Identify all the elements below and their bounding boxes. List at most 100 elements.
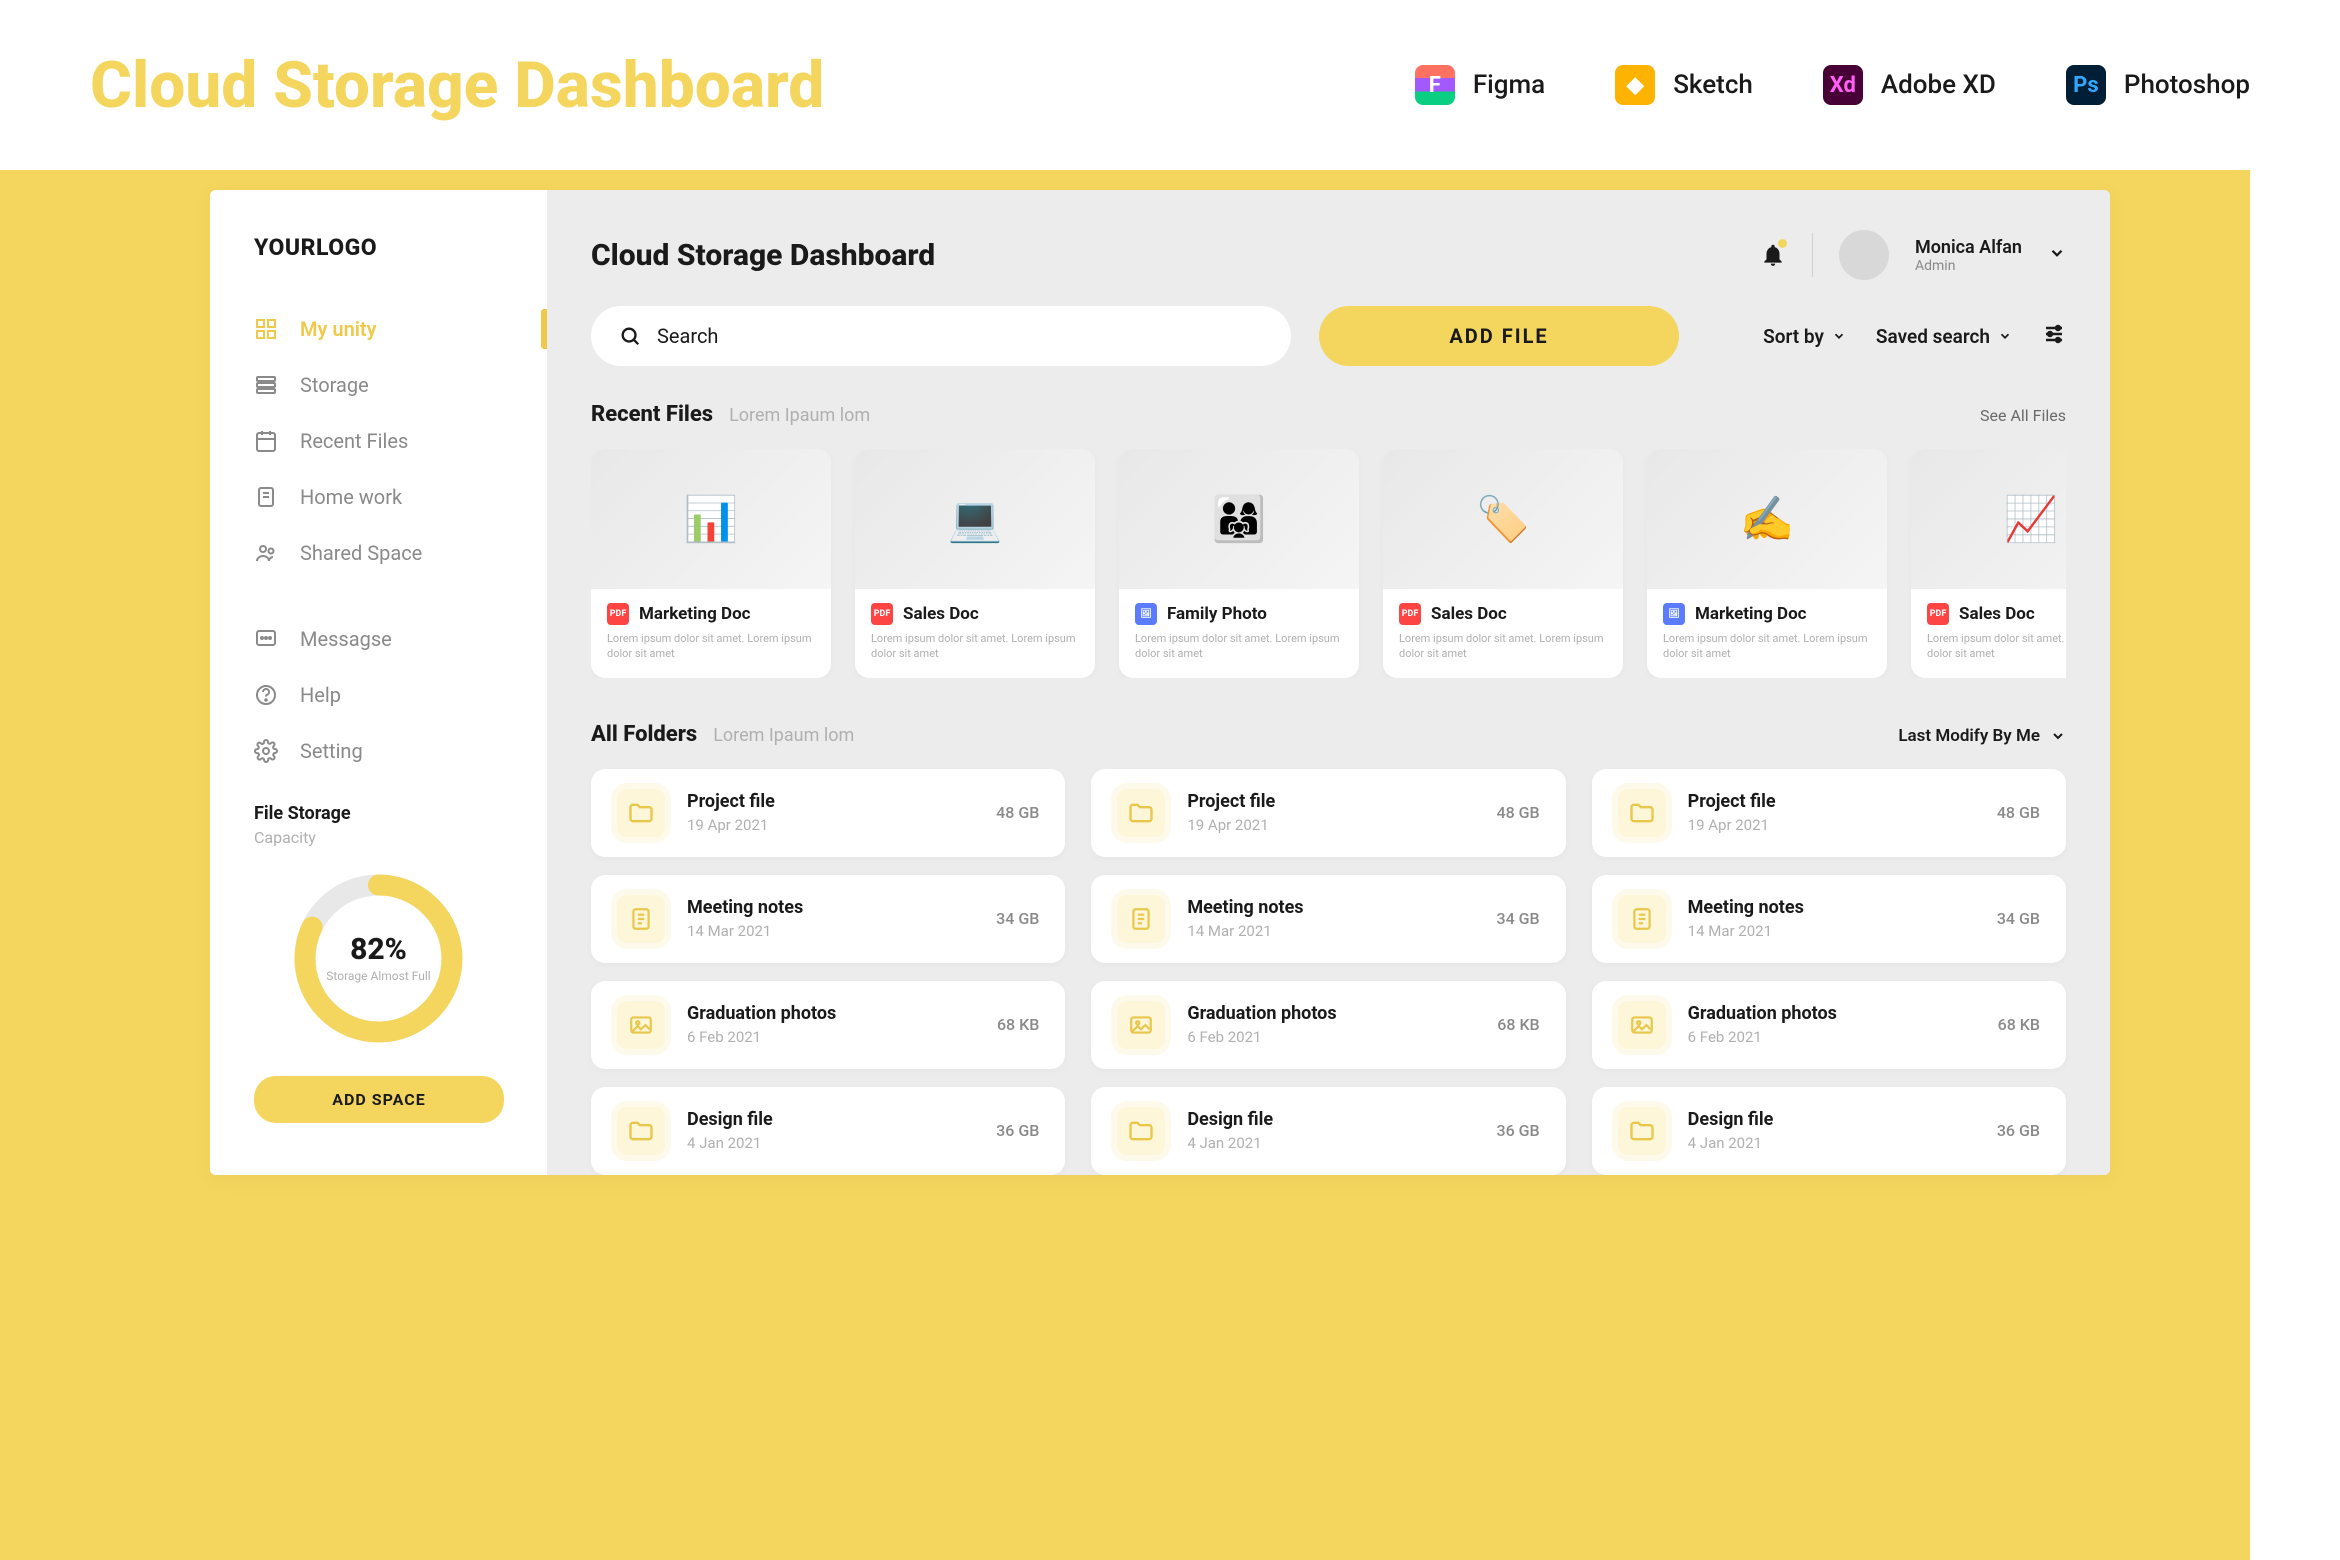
- image-icon: [1618, 1001, 1666, 1049]
- saved-search-dropdown[interactable]: Saved search: [1876, 325, 2012, 348]
- chevron-down-icon: [1998, 329, 2012, 343]
- folder-name: Project file: [1688, 791, 1975, 812]
- nav-icon: [254, 485, 278, 509]
- folder-card[interactable]: Graduation photos6 Feb 202168 KB: [591, 981, 1065, 1069]
- folder-date: 6 Feb 2021: [1187, 1028, 1475, 1046]
- figma-icon: F: [1415, 65, 1455, 105]
- folder-size: 34 GB: [1496, 909, 1539, 928]
- file-description: Lorem ipsum dolor sit amet. Lorem ipsum …: [1663, 631, 1871, 662]
- folders-header: All FoldersLorem Ipaum lom Last Modify B…: [591, 722, 2066, 747]
- nav-icon: [254, 683, 278, 707]
- filter-icon[interactable]: [2042, 322, 2066, 351]
- file-card[interactable]: 👨‍👩‍👧🖼Family PhotoLorem ipsum dolor sit …: [1119, 449, 1359, 678]
- folder-icon: [1618, 789, 1666, 837]
- file-name: Sales Doc: [1431, 604, 1507, 624]
- recent-files-row: 📊PDFMarketing DocLorem ipsum dolor sit a…: [591, 449, 2066, 678]
- pdf-badge-icon: PDF: [871, 603, 893, 625]
- nav-item-my-unity[interactable]: My unity: [210, 301, 547, 357]
- file-card[interactable]: 🏷️PDFSales DocLorem ipsum dolor sit amet…: [1383, 449, 1623, 678]
- file-card[interactable]: ✍️🖼Marketing DocLorem ipsum dolor sit am…: [1647, 449, 1887, 678]
- file-name: Family Photo: [1167, 604, 1267, 624]
- folder-date: 14 Mar 2021: [1187, 922, 1474, 940]
- user-menu-chevron-icon[interactable]: [2048, 244, 2066, 266]
- app-photoshop[interactable]: PsPhotoshop: [2066, 65, 2250, 105]
- file-thumbnail: 📈: [1911, 449, 2066, 589]
- file-thumbnail: ✍️: [1647, 449, 1887, 589]
- file-card[interactable]: 📊PDFMarketing DocLorem ipsum dolor sit a…: [591, 449, 831, 678]
- app-xd[interactable]: XdAdobe XD: [1823, 65, 1996, 105]
- folder-card[interactable]: Graduation photos6 Feb 202168 KB: [1091, 981, 1565, 1069]
- pdf-badge-icon: PDF: [607, 603, 629, 625]
- outer-title: Cloud Storage Dashboard: [90, 48, 824, 123]
- app-figma[interactable]: FFigma: [1415, 65, 1545, 105]
- controls-row: ADD FILE Sort by Saved search: [591, 306, 2066, 366]
- nav-label: Recent Files: [300, 429, 408, 453]
- folder-size: 36 GB: [996, 1121, 1039, 1140]
- chevron-down-icon: [1832, 329, 1846, 343]
- nav-icon: [254, 373, 278, 397]
- nav-item-home-work[interactable]: Home work: [210, 469, 547, 525]
- folder-size: 48 GB: [996, 803, 1039, 822]
- file-description: Lorem ipsum dolor sit amet. Lorem ipsum …: [871, 631, 1079, 662]
- user-area: Monica Alfan Admin: [1760, 230, 2066, 280]
- folder-card[interactable]: Design file4 Jan 202136 GB: [1091, 1087, 1565, 1175]
- folder-card[interactable]: Meeting notes14 Mar 202134 GB: [591, 875, 1065, 963]
- see-all-files-link[interactable]: See All Files: [1980, 406, 2066, 425]
- folder-size: 68 KB: [1998, 1015, 2040, 1034]
- doc-icon: [1618, 895, 1666, 943]
- storage-subtitle: Capacity: [254, 828, 503, 847]
- main-content: Cloud Storage Dashboard Monica Alfan Adm…: [547, 190, 2110, 1175]
- folder-date: 19 Apr 2021: [687, 816, 974, 834]
- folder-date: 4 Jan 2021: [687, 1134, 974, 1152]
- folder-date: 19 Apr 2021: [1187, 816, 1474, 834]
- folder-name: Graduation photos: [1688, 1003, 1976, 1024]
- nav-item-messagse[interactable]: Messagse: [210, 611, 547, 667]
- add-space-button[interactable]: ADD SPACE: [254, 1076, 504, 1123]
- search-input[interactable]: [657, 324, 1263, 348]
- folder-name: Project file: [1187, 791, 1474, 812]
- nav-item-help[interactable]: Help: [210, 667, 547, 723]
- folder-card[interactable]: Design file4 Jan 202136 GB: [1592, 1087, 2066, 1175]
- folder-date: 14 Mar 2021: [1688, 922, 1975, 940]
- nav-item-shared-space[interactable]: Shared Space: [210, 525, 547, 581]
- folder-size: 48 GB: [1496, 803, 1539, 822]
- sort-by-dropdown[interactable]: Sort by: [1763, 325, 1846, 348]
- add-file-button[interactable]: ADD FILE: [1319, 306, 1679, 366]
- recent-files-header: Recent FilesLorem Ipaum lom See All File…: [591, 402, 2066, 427]
- outer-apps: FFigma ◆Sketch XdAdobe XD PsPhotoshop: [1415, 65, 2250, 105]
- nav-item-setting[interactable]: Setting: [210, 723, 547, 779]
- file-card[interactable]: 💻PDFSales DocLorem ipsum dolor sit amet.…: [855, 449, 1095, 678]
- folder-card[interactable]: Project file19 Apr 202148 GB: [591, 769, 1065, 857]
- search-icon: [619, 325, 641, 347]
- file-name: Sales Doc: [1959, 604, 2035, 624]
- folders-sort-dropdown[interactable]: Last Modify By Me: [1898, 726, 2066, 746]
- file-description: Lorem ipsum dolor sit amet. Lorem ipsum …: [1927, 631, 2066, 662]
- storage-gauge: 82% Storage Almost Full: [291, 871, 466, 1046]
- storage-title: File Storage: [254, 803, 503, 824]
- app-sketch[interactable]: ◆Sketch: [1615, 65, 1753, 105]
- folder-date: 4 Jan 2021: [1688, 1134, 1975, 1152]
- nav-icon: [254, 627, 278, 651]
- image-badge-icon: 🖼: [1135, 603, 1157, 625]
- search-wrap: [591, 306, 1291, 366]
- folder-name: Meeting notes: [1187, 897, 1474, 918]
- folder-size: 34 GB: [1997, 909, 2040, 928]
- nav-item-recent-files[interactable]: Recent Files: [210, 413, 547, 469]
- pdf-badge-icon: PDF: [1927, 603, 1949, 625]
- folder-card[interactable]: Project file 19 Apr 2021 48 GB: [1091, 769, 1565, 857]
- avatar[interactable]: [1839, 230, 1889, 280]
- notifications-icon[interactable]: [1760, 242, 1786, 268]
- folder-card[interactable]: Project file19 Apr 202148 GB: [1592, 769, 2066, 857]
- nav-item-storage[interactable]: Storage: [210, 357, 547, 413]
- folder-name: Graduation photos: [687, 1003, 975, 1024]
- folder-card[interactable]: Meeting notes 14 Mar 2021 34 GB: [1091, 875, 1565, 963]
- folder-icon: [1117, 789, 1165, 837]
- file-card[interactable]: 📈 PDF Sales Doc Lorem ipsum dolor sit amet.…: [1911, 449, 2066, 678]
- storage-label: Storage Almost Full: [326, 969, 430, 985]
- topbar: Cloud Storage Dashboard Monica Alfan Adm…: [591, 230, 2066, 280]
- folder-card[interactable]: Graduation photos6 Feb 202168 KB: [1592, 981, 2066, 1069]
- folder-card[interactable]: Meeting notes14 Mar 202134 GB: [1592, 875, 2066, 963]
- doc-icon: [1117, 895, 1165, 943]
- recent-files-title: Recent Files: [591, 402, 713, 427]
- folder-card[interactable]: Design file4 Jan 202136 GB: [591, 1087, 1065, 1175]
